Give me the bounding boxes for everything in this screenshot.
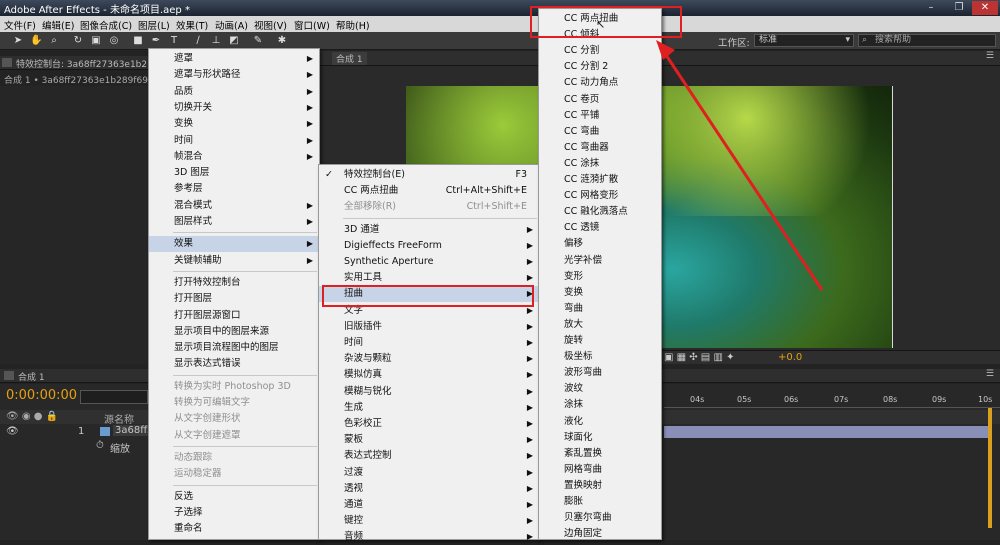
mouse-cursor-icon: ↖ [596, 18, 606, 31]
callout-arrow-head [656, 40, 675, 60]
callout-arrow [656, 40, 824, 291]
callout-arrow-line [662, 51, 824, 291]
